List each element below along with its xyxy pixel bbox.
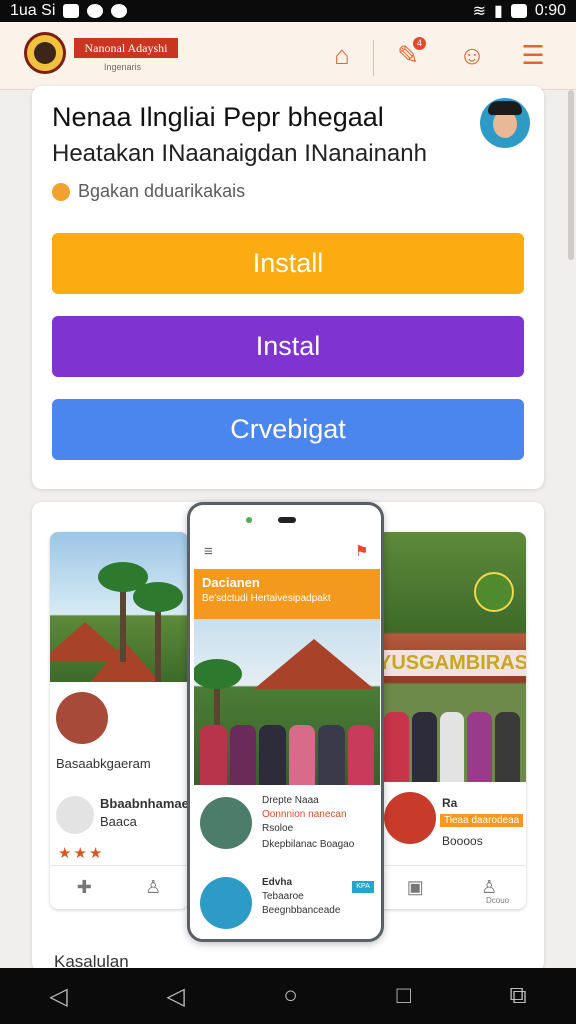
category-icon bbox=[52, 182, 70, 201]
sync-icon bbox=[87, 4, 104, 18]
wifi-icon: ≋ bbox=[472, 3, 487, 20]
hamburger-icon[interactable]: ≡ bbox=[204, 543, 213, 560]
center-banner: Dacianen Be'sdctudi Hertaivesipadpakt bbox=[194, 569, 380, 619]
back-icon[interactable]: ◁ bbox=[49, 982, 67, 1011]
item-line: Beegnbbanceade bbox=[262, 905, 341, 916]
header-divider bbox=[373, 40, 374, 76]
right-item-title: Ra bbox=[442, 796, 458, 810]
phone-notch bbox=[278, 517, 296, 523]
avatar bbox=[56, 692, 108, 744]
add-icon[interactable]: ✚ bbox=[77, 877, 92, 898]
list-item[interactable]: Drepte Naaa Oonnnion nanecan Rsoloe Dkep… bbox=[196, 791, 380, 863]
right-tab-label: Dcouo bbox=[486, 896, 510, 905]
app-notification-icon bbox=[63, 4, 80, 18]
seal-icon bbox=[474, 572, 514, 612]
item-line: Tebaaroe bbox=[262, 891, 304, 902]
bag-icon[interactable]: ▣ bbox=[407, 877, 424, 898]
avatar bbox=[200, 877, 252, 929]
avatar bbox=[384, 792, 436, 844]
status-time: 0:90 bbox=[534, 2, 566, 19]
list-item[interactable]: Edvha Tebaaroe Beegnbbanceade KPA bbox=[196, 871, 380, 939]
group-photo bbox=[194, 619, 380, 785]
right-item-sub: Boooos bbox=[442, 834, 483, 848]
instal-button[interactable]: Instal bbox=[52, 316, 524, 377]
item-line: Dkepbilanac Boagao bbox=[262, 839, 355, 850]
switch-icon[interactable]: ⧉ bbox=[510, 982, 527, 1010]
app-subtitle: Heatakan INaanaigdan INanainanh bbox=[52, 140, 427, 167]
notification-badge: 4 bbox=[413, 37, 426, 50]
badge-icon bbox=[56, 796, 94, 834]
home-icon[interactable]: ⌂ bbox=[327, 40, 357, 70]
secondary-action-button[interactable]: Crvebigat bbox=[52, 399, 524, 460]
install-button[interactable]: Install bbox=[52, 233, 524, 294]
screenshot-right[interactable]: YUSGAMBIRASE Ra Tieaa daarodeaa Boooos ▣… bbox=[378, 532, 526, 909]
notification-icon[interactable]: ⚑ bbox=[355, 542, 368, 560]
item-line: Oonnnion nanecan bbox=[262, 809, 347, 820]
banner-subtitle: Be'sdctudi Hertaivesipadpakt bbox=[202, 593, 331, 604]
home-circle-icon[interactable]: ○ bbox=[283, 982, 298, 1010]
scrollbar[interactable] bbox=[568, 90, 574, 260]
screenshot-left[interactable]: Basaabkgaeram Bbaabnhamaegam Baaca ★★★ ✚… bbox=[50, 532, 188, 909]
screenshot-center[interactable]: ≡ ⚑ Dacianen Be'sdctudi Hertaivesipadpak… bbox=[187, 502, 384, 942]
settings-icon bbox=[111, 4, 128, 18]
logo[interactable] bbox=[24, 32, 66, 74]
village-scene bbox=[50, 532, 188, 682]
status-bar: 1ua Si ≋ ▮ 0:90 bbox=[0, 0, 576, 22]
item-line: Drepte Naaa bbox=[262, 795, 319, 806]
status-left-text: 1ua Si bbox=[10, 2, 56, 19]
temple-scene: YUSGAMBIRASE bbox=[378, 532, 526, 782]
left-item-sub: Baaca bbox=[100, 814, 137, 829]
item-line: Edvha bbox=[262, 877, 293, 888]
profile-icon[interactable]: ♙ bbox=[145, 877, 161, 898]
temple-sign: YUSGAMBIRASE bbox=[378, 650, 526, 676]
app-title: Nenaa Ilngliai Pepr bhegaal bbox=[52, 102, 384, 132]
item-tag: KPA bbox=[352, 881, 374, 893]
developer-avatar[interactable] bbox=[480, 98, 530, 148]
battery-icon bbox=[510, 4, 527, 18]
rating-stars: ★★★ bbox=[58, 845, 105, 862]
back-alt-icon[interactable]: ◁ bbox=[166, 982, 184, 1011]
banner-title: Dacianen bbox=[202, 575, 260, 590]
left-caption: Basaabkgaeram bbox=[56, 756, 151, 771]
item-line: Rsoloe bbox=[262, 823, 294, 834]
smile-icon[interactable]: ☺ bbox=[457, 40, 487, 70]
profile-icon[interactable]: ♙ bbox=[481, 877, 497, 898]
brand-subtitle: Ingenaris bbox=[104, 62, 142, 72]
app-meta: Bgakan dduarikakais bbox=[52, 181, 245, 202]
menu-icon[interactable]: ☰ bbox=[518, 40, 548, 70]
left-tab-bar: ✚ ♙ bbox=[50, 865, 188, 909]
brand-name: Nanonal Adayshi bbox=[74, 38, 178, 58]
signal-icon: ▮ bbox=[494, 3, 503, 20]
right-item-chip: Tieaa daarodeaa bbox=[440, 814, 524, 827]
app-info-card: Nenaa Ilngliai Pepr bhegaal Heatakan INa… bbox=[32, 86, 544, 489]
recents-icon[interactable]: □ bbox=[396, 982, 411, 1010]
avatar bbox=[200, 797, 252, 849]
left-item-title: Bbaabnhamaegam bbox=[100, 796, 188, 811]
system-nav-bar: ◁ ◁ ○ □ ⧉ bbox=[0, 968, 576, 1024]
app-header: Nanonal Adayshi Ingenaris ⌂ ✎ 4 ☺ ☰ bbox=[0, 22, 576, 90]
screenshots-card: Basaabkgaeram Bbaabnhamaegam Baaca ★★★ ✚… bbox=[32, 502, 544, 972]
camera-icon bbox=[246, 517, 252, 523]
app-meta-text: Bgakan dduarikakais bbox=[78, 181, 246, 201]
